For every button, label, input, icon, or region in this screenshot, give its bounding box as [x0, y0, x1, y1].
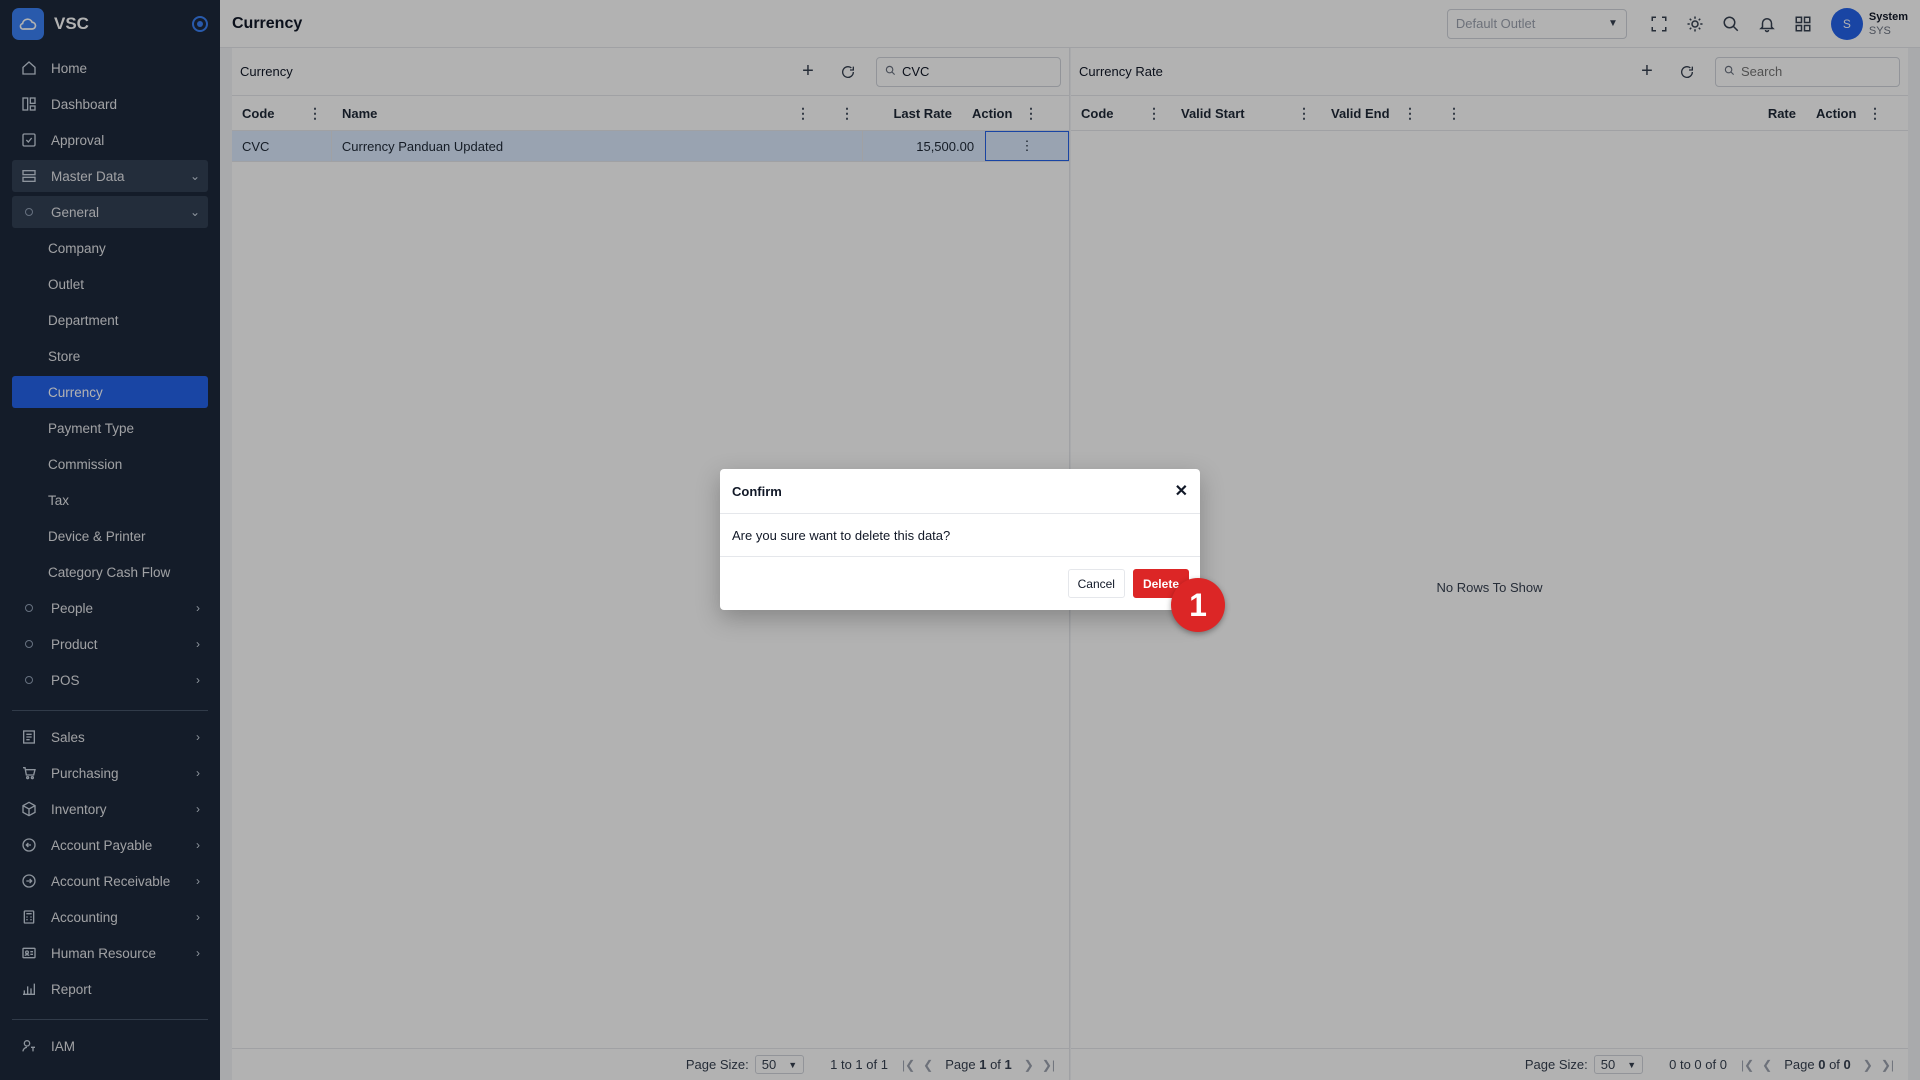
dialog-message: Are you sure want to delete this data? [720, 514, 1200, 557]
cancel-button[interactable]: Cancel [1067, 569, 1125, 598]
dialog-title: Confirm [732, 483, 782, 499]
close-icon[interactable]: ✕ [1175, 481, 1188, 501]
confirm-dialog: Confirm ✕ Are you sure want to delete th… [720, 469, 1200, 610]
dialog-footer: Cancel Delete [720, 557, 1200, 610]
dialog-header: Confirm ✕ [720, 469, 1200, 514]
step-marker-badge: 1 [1171, 578, 1225, 632]
